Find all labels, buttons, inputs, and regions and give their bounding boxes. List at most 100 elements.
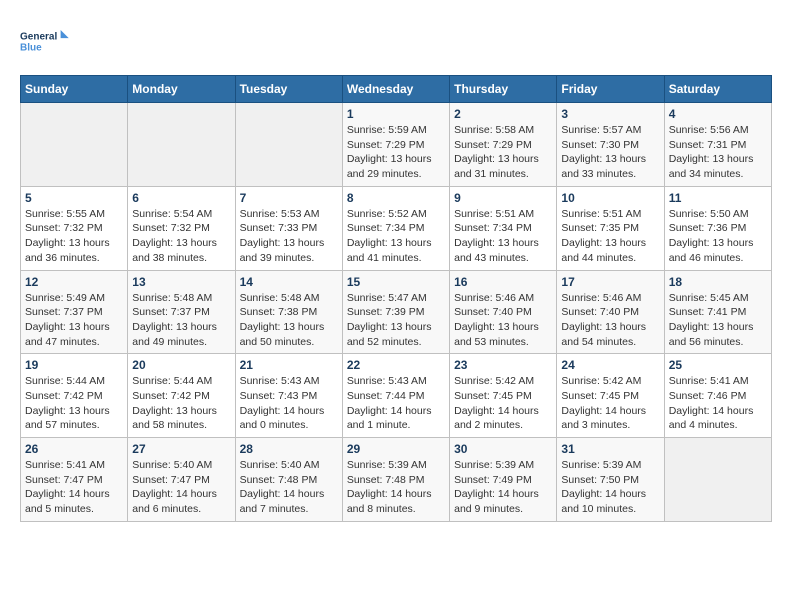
- day-info: Sunrise: 5:40 AM Sunset: 7:47 PM Dayligh…: [132, 458, 230, 517]
- calendar-cell: 5 Sunrise: 5:55 AM Sunset: 7:32 PM Daylig…: [21, 186, 128, 270]
- weekday-header: Thursday: [450, 76, 557, 103]
- calendar-cell: 12 Sunrise: 5:49 AM Sunset: 7:37 PM Dayli…: [21, 270, 128, 354]
- calendar-cell: 22 Sunrise: 5:43 AM Sunset: 7:44 PM Dayli…: [342, 354, 449, 438]
- calendar-cell: 30Sunrise: 5:39 AM Sunset: 7:49 PM Dayli…: [450, 438, 557, 522]
- day-number: 13: [132, 275, 230, 289]
- calendar-header: SundayMondayTuesdayWednesdayThursdayFrid…: [21, 76, 772, 103]
- week-row: 1 Sunrise: 5:59 AM Sunset: 7:29 PM Daylig…: [21, 103, 772, 187]
- day-info: Sunrise: 5:39 AM Sunset: 7:50 PM Dayligh…: [561, 458, 659, 517]
- day-number: 5: [25, 191, 123, 205]
- day-info: Sunrise: 5:42 AM Sunset: 7:45 PM Dayligh…: [561, 374, 659, 433]
- calendar-cell: 2 Sunrise: 5:58 AM Sunset: 7:29 PM Daylig…: [450, 103, 557, 187]
- week-row: 12 Sunrise: 5:49 AM Sunset: 7:37 PM Dayli…: [21, 270, 772, 354]
- calendar-cell: 15 Sunrise: 5:47 AM Sunset: 7:39 PM Dayli…: [342, 270, 449, 354]
- day-info: Sunrise: 5:49 AM Sunset: 7:37 PM Dayligh…: [25, 291, 123, 350]
- calendar-cell: 23 Sunrise: 5:42 AM Sunset: 7:45 PM Dayli…: [450, 354, 557, 438]
- day-number: 27: [132, 442, 230, 456]
- calendar-cell: 7 Sunrise: 5:53 AM Sunset: 7:33 PM Daylig…: [235, 186, 342, 270]
- calendar-cell: 31 Sunrise: 5:39 AM Sunset: 7:50 PM Dayli…: [557, 438, 664, 522]
- day-number: 23: [454, 358, 552, 372]
- week-row: 19Sunrise: 5:44 AM Sunset: 7:42 PM Dayli…: [21, 354, 772, 438]
- day-number: 2: [454, 107, 552, 121]
- day-info: Sunrise: 5:48 AM Sunset: 7:37 PM Dayligh…: [132, 291, 230, 350]
- day-number: 31: [561, 442, 659, 456]
- week-row: 26Sunrise: 5:41 AM Sunset: 7:47 PM Dayli…: [21, 438, 772, 522]
- day-info: Sunrise: 5:48 AM Sunset: 7:38 PM Dayligh…: [240, 291, 338, 350]
- day-number: 29: [347, 442, 445, 456]
- day-info: Sunrise: 5:40 AM Sunset: 7:48 PM Dayligh…: [240, 458, 338, 517]
- weekday-header: Sunday: [21, 76, 128, 103]
- weekday-row: SundayMondayTuesdayWednesdayThursdayFrid…: [21, 76, 772, 103]
- day-number: 12: [25, 275, 123, 289]
- day-number: 16: [454, 275, 552, 289]
- day-info: Sunrise: 5:44 AM Sunset: 7:42 PM Dayligh…: [132, 374, 230, 433]
- day-number: 8: [347, 191, 445, 205]
- day-info: Sunrise: 5:59 AM Sunset: 7:29 PM Dayligh…: [347, 123, 445, 182]
- calendar-cell: 8 Sunrise: 5:52 AM Sunset: 7:34 PM Daylig…: [342, 186, 449, 270]
- day-number: 17: [561, 275, 659, 289]
- day-info: Sunrise: 5:55 AM Sunset: 7:32 PM Dayligh…: [25, 207, 123, 266]
- day-info: Sunrise: 5:41 AM Sunset: 7:46 PM Dayligh…: [669, 374, 767, 433]
- header: General Blue: [20, 20, 772, 65]
- day-number: 20: [132, 358, 230, 372]
- calendar-cell: 26Sunrise: 5:41 AM Sunset: 7:47 PM Dayli…: [21, 438, 128, 522]
- calendar-cell: 10 Sunrise: 5:51 AM Sunset: 7:35 PM Dayli…: [557, 186, 664, 270]
- logo: General Blue: [20, 20, 70, 65]
- calendar-cell: 1 Sunrise: 5:59 AM Sunset: 7:29 PM Daylig…: [342, 103, 449, 187]
- calendar-cell: 19Sunrise: 5:44 AM Sunset: 7:42 PM Dayli…: [21, 354, 128, 438]
- svg-text:General: General: [20, 31, 57, 42]
- day-number: 22: [347, 358, 445, 372]
- day-number: 3: [561, 107, 659, 121]
- day-number: 4: [669, 107, 767, 121]
- day-number: 10: [561, 191, 659, 205]
- day-info: Sunrise: 5:50 AM Sunset: 7:36 PM Dayligh…: [669, 207, 767, 266]
- calendar-cell: 28 Sunrise: 5:40 AM Sunset: 7:48 PM Dayli…: [235, 438, 342, 522]
- day-info: Sunrise: 5:58 AM Sunset: 7:29 PM Dayligh…: [454, 123, 552, 182]
- weekday-header: Friday: [557, 76, 664, 103]
- day-info: Sunrise: 5:47 AM Sunset: 7:39 PM Dayligh…: [347, 291, 445, 350]
- day-info: Sunrise: 5:52 AM Sunset: 7:34 PM Dayligh…: [347, 207, 445, 266]
- day-number: 11: [669, 191, 767, 205]
- day-info: Sunrise: 5:56 AM Sunset: 7:31 PM Dayligh…: [669, 123, 767, 182]
- calendar-cell: [128, 103, 235, 187]
- calendar-cell: [21, 103, 128, 187]
- day-info: Sunrise: 5:51 AM Sunset: 7:34 PM Dayligh…: [454, 207, 552, 266]
- day-number: 7: [240, 191, 338, 205]
- day-number: 30: [454, 442, 552, 456]
- day-info: Sunrise: 5:39 AM Sunset: 7:48 PM Dayligh…: [347, 458, 445, 517]
- day-number: 26: [25, 442, 123, 456]
- weekday-header: Wednesday: [342, 76, 449, 103]
- calendar-cell: 11 Sunrise: 5:50 AM Sunset: 7:36 PM Dayli…: [664, 186, 771, 270]
- day-info: Sunrise: 5:57 AM Sunset: 7:30 PM Dayligh…: [561, 123, 659, 182]
- calendar-cell: 20 Sunrise: 5:44 AM Sunset: 7:42 PM Dayli…: [128, 354, 235, 438]
- day-info: Sunrise: 5:53 AM Sunset: 7:33 PM Dayligh…: [240, 207, 338, 266]
- day-info: Sunrise: 5:54 AM Sunset: 7:32 PM Dayligh…: [132, 207, 230, 266]
- day-info: Sunrise: 5:51 AM Sunset: 7:35 PM Dayligh…: [561, 207, 659, 266]
- day-info: Sunrise: 5:43 AM Sunset: 7:44 PM Dayligh…: [347, 374, 445, 433]
- weekday-header: Monday: [128, 76, 235, 103]
- calendar-cell: 17 Sunrise: 5:46 AM Sunset: 7:40 PM Dayli…: [557, 270, 664, 354]
- calendar-cell: 4 Sunrise: 5:56 AM Sunset: 7:31 PM Daylig…: [664, 103, 771, 187]
- day-info: Sunrise: 5:46 AM Sunset: 7:40 PM Dayligh…: [561, 291, 659, 350]
- calendar-cell: 29 Sunrise: 5:39 AM Sunset: 7:48 PM Dayli…: [342, 438, 449, 522]
- day-number: 6: [132, 191, 230, 205]
- day-number: 18: [669, 275, 767, 289]
- day-number: 14: [240, 275, 338, 289]
- calendar-cell: 16 Sunrise: 5:46 AM Sunset: 7:40 PM Dayli…: [450, 270, 557, 354]
- day-info: Sunrise: 5:46 AM Sunset: 7:40 PM Dayligh…: [454, 291, 552, 350]
- day-info: Sunrise: 5:43 AM Sunset: 7:43 PM Dayligh…: [240, 374, 338, 433]
- day-number: 1: [347, 107, 445, 121]
- weekday-header: Tuesday: [235, 76, 342, 103]
- day-number: 15: [347, 275, 445, 289]
- logo-svg: General Blue: [20, 20, 70, 65]
- day-number: 9: [454, 191, 552, 205]
- svg-text:Blue: Blue: [20, 43, 42, 54]
- day-number: 28: [240, 442, 338, 456]
- day-info: Sunrise: 5:44 AM Sunset: 7:42 PM Dayligh…: [25, 374, 123, 433]
- day-info: Sunrise: 5:42 AM Sunset: 7:45 PM Dayligh…: [454, 374, 552, 433]
- calendar-cell: 14 Sunrise: 5:48 AM Sunset: 7:38 PM Dayli…: [235, 270, 342, 354]
- calendar-cell: [664, 438, 771, 522]
- calendar-cell: 24Sunrise: 5:42 AM Sunset: 7:45 PM Dayli…: [557, 354, 664, 438]
- calendar-cell: 9 Sunrise: 5:51 AM Sunset: 7:34 PM Daylig…: [450, 186, 557, 270]
- week-row: 5 Sunrise: 5:55 AM Sunset: 7:32 PM Daylig…: [21, 186, 772, 270]
